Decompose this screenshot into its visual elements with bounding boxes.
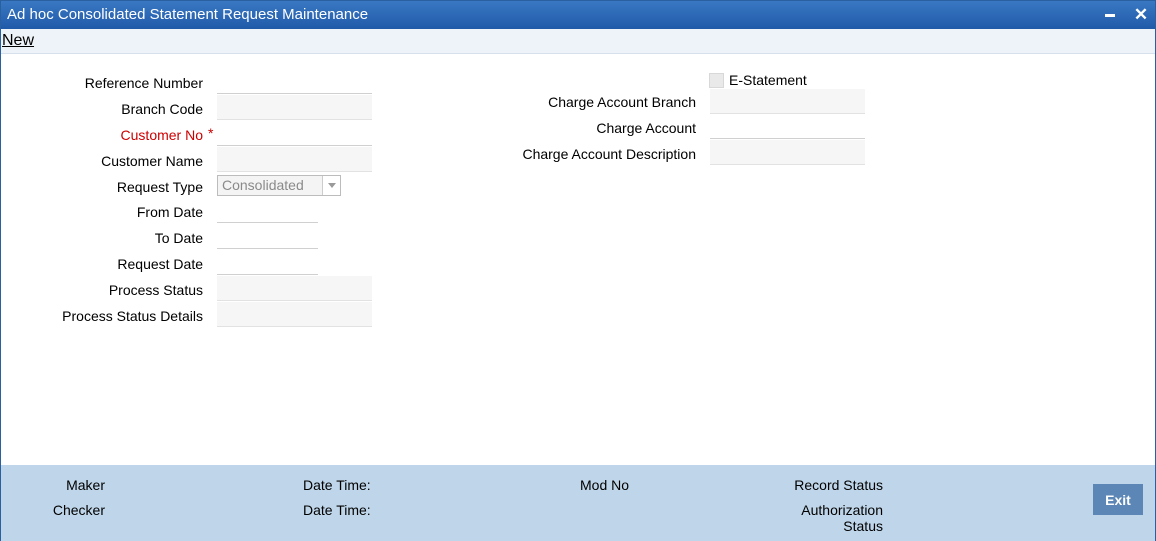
record-status-label: Record Status [794, 477, 883, 493]
chevron-down-icon[interactable] [322, 176, 340, 195]
checker-label: Checker [52, 502, 105, 518]
from-date-field[interactable] [217, 198, 318, 223]
minimize-icon[interactable] [1099, 4, 1121, 26]
request-type-select[interactable]: Consolidated [217, 175, 341, 196]
e-statement-label: E-Statement [729, 72, 807, 88]
maker-label: Maker [66, 477, 105, 493]
process-status-details-label: Process Status Details [62, 308, 203, 324]
mod-no-label: Mod No [580, 477, 630, 493]
charge-account-label: Charge Account [596, 120, 696, 136]
reference-number-field[interactable] [217, 69, 372, 94]
from-date-label: From Date [136, 204, 203, 220]
branch-code-field[interactable] [217, 95, 372, 120]
window: Ad hoc Consolidated Statement Request Ma… [0, 0, 1156, 541]
checker-date-time-label: Date Time: [303, 502, 371, 518]
customer-no-field[interactable] [217, 121, 372, 146]
to-date-label: To Date [154, 230, 203, 246]
e-statement-checkbox[interactable] [709, 73, 724, 88]
authorization-status-label-line1: Authorization [801, 502, 883, 518]
charge-account-description-label: Charge Account Description [522, 146, 696, 162]
process-status-details-field[interactable] [217, 302, 372, 327]
charge-account-branch-field[interactable] [710, 89, 865, 114]
authorization-status-label-line2: Status [843, 518, 883, 534]
customer-name-field[interactable] [217, 147, 372, 172]
charge-account-branch-label: Charge Account Branch [548, 94, 696, 110]
maker-date-time-label: Date Time: [303, 477, 371, 493]
customer-name-label: Customer Name [101, 153, 203, 169]
reference-number-label: Reference Number [84, 75, 203, 91]
charge-account-field[interactable] [710, 114, 865, 139]
required-asterisk: * [208, 125, 214, 141]
window-title: Ad hoc Consolidated Statement Request Ma… [7, 6, 369, 23]
branch-code-label: Branch Code [121, 101, 203, 117]
new-link[interactable]: New [2, 32, 34, 50]
request-date-field[interactable] [217, 250, 318, 275]
audit-footer [1, 465, 1155, 541]
request-type-label: Request Type [116, 179, 203, 195]
customer-no-label: Customer No [120, 127, 203, 143]
menu-bar: New [1, 29, 1155, 54]
process-status-label: Process Status [108, 282, 203, 298]
process-status-field[interactable] [217, 276, 372, 301]
close-icon[interactable]: ✕ [1130, 4, 1152, 26]
request-date-label: Request Date [117, 256, 203, 272]
request-type-value: Consolidated [222, 177, 304, 193]
title-bar: Ad hoc Consolidated Statement Request Ma… [1, 1, 1155, 29]
charge-account-description-field[interactable] [710, 140, 865, 165]
to-date-field[interactable] [217, 224, 318, 249]
exit-button[interactable]: Exit [1093, 484, 1143, 515]
